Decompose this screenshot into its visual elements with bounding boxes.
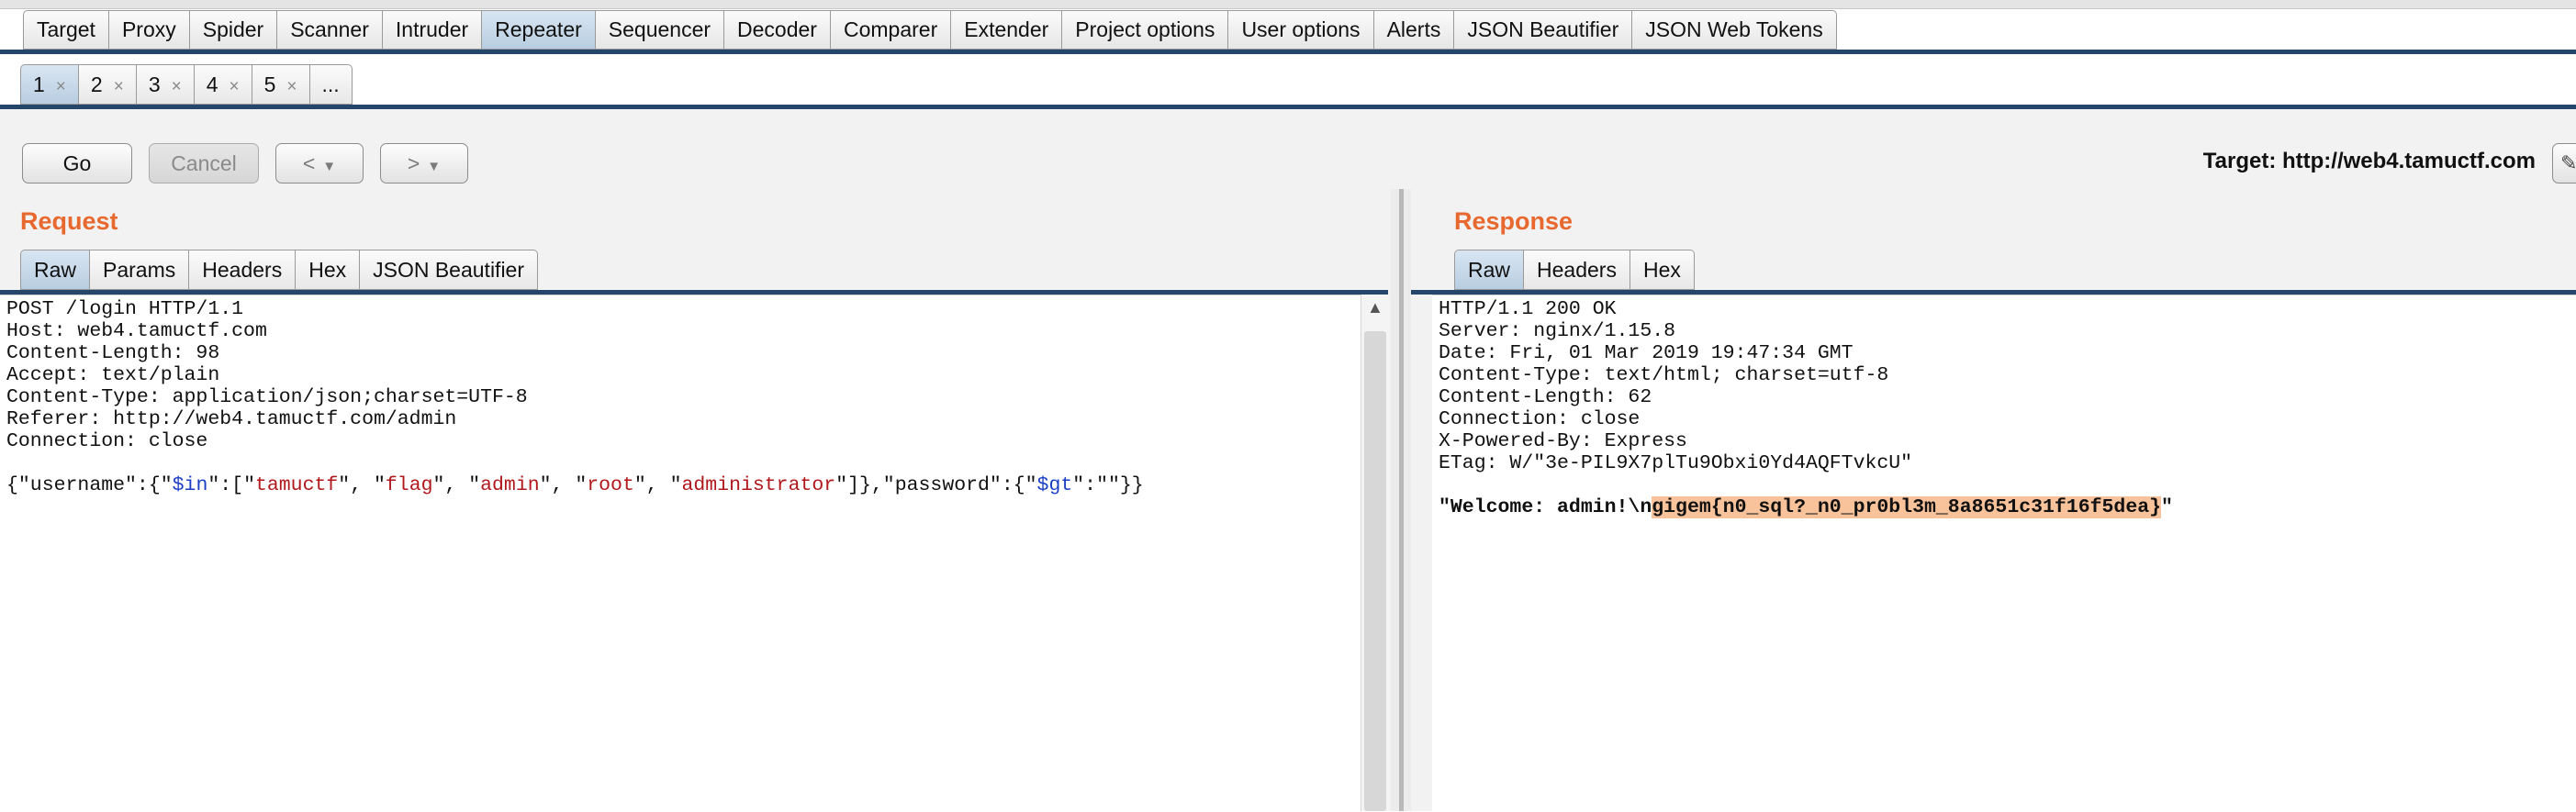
tab-decoder[interactable]: Decoder — [724, 10, 831, 50]
edit-target-button[interactable]: ✎ — [2552, 143, 2576, 184]
flag-highlight: gigem{n0_sql?_n0_pr0bl3m_8a8651c31f16f5d… — [1652, 496, 2162, 518]
header-line: Referer: http://web4.tamuctf.com/admin — [6, 408, 457, 430]
repeater-tab-label: 2 — [90, 72, 103, 96]
main-tab-bar: Target Proxy Spider Scanner Intruder Repeater… — [23, 10, 1837, 50]
back-dropdown-icon[interactable]: ▼ — [322, 159, 336, 174]
header-line: Connection: close — [1439, 408, 1641, 430]
repeater-tab-label: 5 — [263, 72, 276, 96]
pane-splitter[interactable] — [1391, 189, 1411, 811]
go-button[interactable]: Go — [22, 143, 132, 184]
request-title: Request — [20, 207, 118, 235]
repeater-tab-1[interactable]: 1 × — [20, 64, 79, 105]
close-icon[interactable]: × — [172, 77, 182, 96]
response-editor[interactable]: HTTP/1.1 200 OK Server: nginx/1.15.8 Dat… — [1432, 295, 2576, 812]
tab-intruder[interactable]: Intruder — [382, 10, 483, 50]
response-tab-bar: Raw Headers Hex — [1454, 250, 1695, 290]
repeater-tab-2[interactable]: 2 × — [78, 64, 137, 105]
close-icon[interactable]: × — [286, 77, 297, 96]
repeater-tab-5[interactable]: 5 × — [252, 64, 310, 105]
request-tab-json-beautifier[interactable]: JSON Beautifier — [360, 250, 539, 290]
header-line: HTTP/1.1 200 OK — [1439, 298, 1617, 320]
request-tab-raw[interactable]: Raw — [20, 250, 91, 290]
repeater-tab-label: ... — [321, 72, 340, 96]
target-label: Target: http://web4.tamuctf.com — [2202, 149, 2536, 173]
forward-dropdown-icon[interactable]: ▼ — [427, 159, 441, 174]
header-line: Content-Type: text/html; charset=utf-8 — [1439, 364, 1889, 386]
pencil-icon: ✎ — [2560, 151, 2576, 174]
tab-user-options[interactable]: User options — [1228, 10, 1374, 50]
header-line: Content-Type: application/json;charset=U… — [6, 386, 528, 408]
back-button[interactable]: < ▼ — [275, 143, 364, 184]
repeater-tab-label: 1 — [33, 72, 45, 96]
header-line: Content-Length: 62 — [1439, 386, 1652, 408]
window-top-strip — [0, 0, 2576, 9]
tab-proxy[interactable]: Proxy — [108, 10, 190, 50]
tab-alerts[interactable]: Alerts — [1373, 10, 1455, 50]
request-body: {"username":{"$in":["tamuctf", "flag", "… — [6, 474, 1144, 496]
tab-sequencer[interactable]: Sequencer — [595, 10, 725, 50]
tab-extender[interactable]: Extender — [951, 10, 1063, 50]
forward-button[interactable]: > ▼ — [380, 143, 468, 184]
repeater-tab-bar: 1 × 2 × 3 × 4 × 5 ×... — [20, 64, 353, 105]
close-icon[interactable]: × — [114, 77, 124, 96]
header-line: ETag: W/"3e-PIL9X7plTu9Obxi0Yd4AQFTvkcU" — [1439, 452, 1913, 474]
repeater-tab-label: 4 — [206, 72, 218, 96]
header-line: Accept: text/plain — [6, 364, 220, 386]
request-headers: POST /login HTTP/1.1 Host: web4.tamuctf.… — [6, 298, 528, 452]
header-line: X-Powered-By: Express — [1439, 430, 1687, 452]
request-scrollbar[interactable]: ▲ — [1361, 295, 1389, 811]
repeater-tab-3[interactable]: 3 × — [136, 64, 195, 105]
header-line: POST /login HTTP/1.1 — [6, 298, 244, 320]
request-scroll-thumb[interactable] — [1364, 331, 1386, 811]
response-tab-raw[interactable]: Raw — [1454, 250, 1525, 290]
request-tab-params[interactable]: Params — [90, 250, 190, 290]
response-tab-hex[interactable]: Hex — [1630, 250, 1695, 290]
request-tab-hex[interactable]: Hex — [296, 250, 361, 290]
tab-json-web-tokens[interactable]: JSON Web Tokens — [1632, 10, 1837, 50]
response-tab-headers[interactable]: Headers — [1524, 250, 1630, 290]
request-editor[interactable]: POST /login HTTP/1.1 Host: web4.tamuctf.… — [0, 295, 1361, 812]
main-tab-divider — [0, 50, 2576, 54]
request-text[interactable]: POST /login HTTP/1.1 Host: web4.tamuctf.… — [0, 295, 1361, 496]
close-icon[interactable]: × — [230, 77, 240, 96]
response-title: Response — [1454, 207, 1574, 235]
header-line: Date: Fri, 01 Mar 2019 19:47:34 GMT — [1439, 342, 1854, 364]
repeater-tab-label: 3 — [148, 72, 161, 96]
repeater-tab-4[interactable]: 4 × — [194, 64, 252, 105]
header-line: Content-Length: 98 — [6, 342, 220, 364]
tab-repeater[interactable]: Repeater — [482, 10, 596, 50]
tab-comparer[interactable]: Comparer — [830, 10, 952, 50]
header-line: Server: nginx/1.15.8 — [1439, 320, 1676, 342]
response-text[interactable]: HTTP/1.1 200 OK Server: nginx/1.15.8 Dat… — [1432, 295, 2576, 518]
forward-arrow-icon: > — [407, 151, 420, 175]
tab-scanner[interactable]: Scanner — [277, 10, 383, 50]
splitter-handle[interactable] — [1399, 189, 1404, 811]
response-headers: HTTP/1.1 200 OK Server: nginx/1.15.8 Dat… — [1439, 298, 1912, 474]
tab-project-options[interactable]: Project options — [1062, 10, 1229, 50]
tab-spider[interactable]: Spider — [189, 10, 278, 50]
header-line: Host: web4.tamuctf.com — [6, 320, 267, 342]
header-line: Connection: close — [6, 430, 208, 452]
request-tab-bar: Raw Params Headers Hex JSON Beautifier — [20, 250, 539, 290]
cancel-button: Cancel — [149, 143, 259, 184]
response-body: "Welcome: admin!\ngigem{n0_sql?_n0_pr0bl… — [1439, 496, 2173, 518]
close-icon[interactable]: × — [56, 77, 66, 96]
scroll-up-icon[interactable]: ▲ — [1367, 298, 1383, 317]
more-tabs-button[interactable]: ... — [309, 64, 353, 105]
back-arrow-icon: < — [302, 151, 316, 175]
tab-target[interactable]: Target — [23, 10, 109, 50]
request-tab-headers[interactable]: Headers — [189, 250, 297, 290]
tab-json-beautifier[interactable]: JSON Beautifier — [1454, 10, 1633, 50]
